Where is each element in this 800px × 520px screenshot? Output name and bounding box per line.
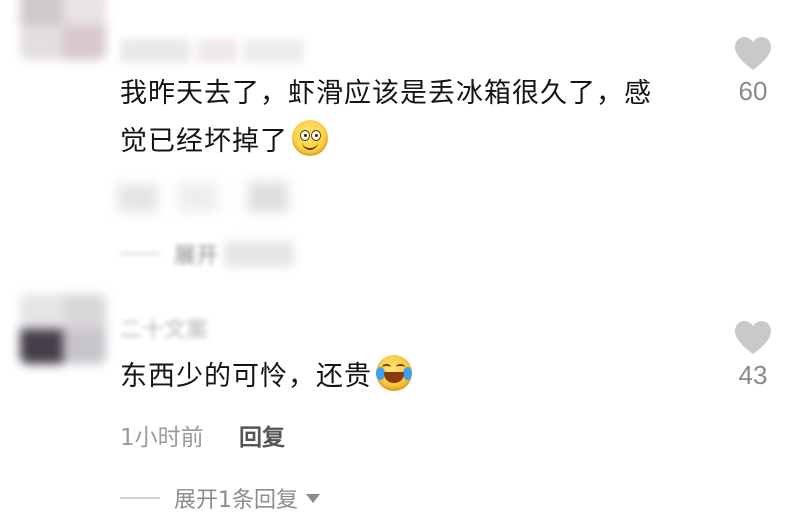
comment-meta: 1小时前 回复 bbox=[120, 418, 285, 452]
username: 二十文案 bbox=[120, 318, 209, 343]
like-count: 60 bbox=[738, 76, 768, 106]
comment-text-line1: 我昨天去了，虾滑应该是丢冰箱很久了，感 bbox=[120, 78, 652, 109]
like-count: 43 bbox=[738, 360, 768, 390]
expand-label: 展开1条回复 bbox=[174, 488, 298, 513]
comment-text: 我昨天去了，虾滑应该是丢冰箱很久了，感 觉已经坏掉了 bbox=[120, 70, 720, 166]
expand-replies-button[interactable]: 展开1条回复 bbox=[120, 482, 320, 514]
expand-label: 展开 bbox=[174, 244, 219, 269]
timestamp: 1小时前 bbox=[120, 425, 204, 451]
reply-button[interactable]: 回复 bbox=[239, 425, 285, 451]
heart-icon bbox=[735, 37, 771, 70]
username-blurred[interactable]: 二十文案 bbox=[120, 312, 320, 343]
caret-down-icon bbox=[306, 493, 320, 503]
avatar[interactable] bbox=[20, 0, 106, 60]
heart-icon bbox=[735, 321, 771, 354]
blurred-expand-row[interactable]: 展开 bbox=[120, 238, 295, 270]
blurred-meta-row bbox=[118, 178, 328, 218]
comment-text-body: 东西少的可怜，还贵 bbox=[120, 361, 372, 392]
comment-text: 东西少的可怜，还贵 bbox=[120, 353, 720, 401]
like-button[interactable]: 43 bbox=[728, 320, 778, 391]
smiling-face-emoji bbox=[292, 120, 328, 156]
rolling-laugh-emoji bbox=[376, 355, 412, 391]
like-button[interactable]: 60 bbox=[728, 36, 778, 107]
avatar[interactable] bbox=[20, 294, 106, 364]
comment-text-line2: 觉已经坏掉了 bbox=[120, 126, 288, 157]
expand-line bbox=[120, 253, 160, 255]
expand-line bbox=[120, 497, 160, 499]
username-blurred[interactable] bbox=[120, 38, 320, 64]
comment-2: 二十文案 东西少的可怜，还贵 43 1小时前 回复 展开1条回复 bbox=[0, 290, 800, 520]
comment-1: 我昨天去了，虾滑应该是丢冰箱很久了，感 觉已经坏掉了 60 展开 bbox=[0, 0, 800, 290]
